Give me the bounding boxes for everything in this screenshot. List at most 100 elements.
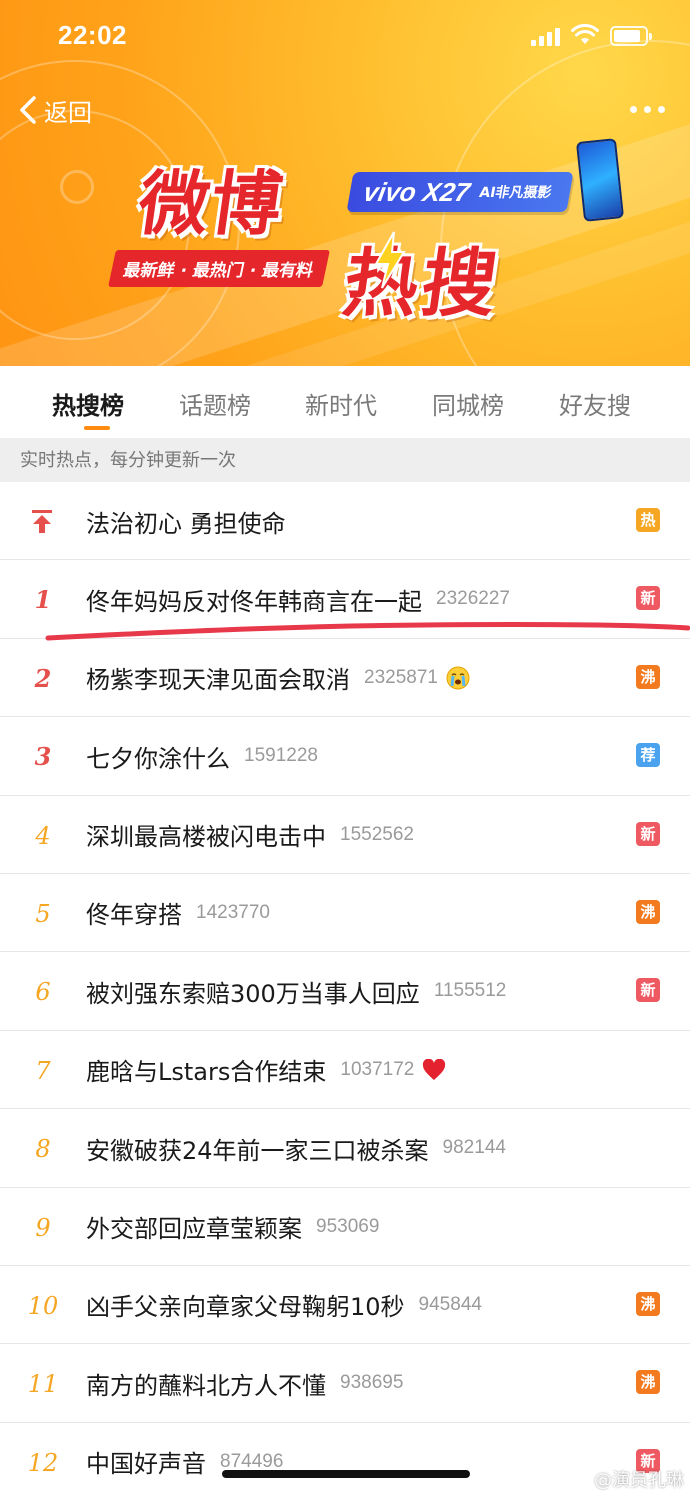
item-title[interactable]: 外交部回应章莹颖案 bbox=[86, 1209, 302, 1244]
search-count: 2325871 bbox=[364, 666, 438, 688]
phone-image bbox=[575, 138, 625, 222]
item-content: 凶手父亲向章家父母鞠躬10秒 945844 bbox=[86, 1266, 482, 1344]
item-content: 被刘强东索赔300万当事人回应 1155512 bbox=[86, 952, 506, 1030]
hot-search-banner: 22:02 返回 微博 vivo X27 AI非凡摄影 最新鲜 · 最热门 · bbox=[0, 0, 690, 366]
search-count: 945844 bbox=[418, 1293, 482, 1315]
item-content: 中国好声音 874496 bbox=[86, 1423, 283, 1493]
lightning-icon bbox=[374, 231, 406, 289]
home-indicator[interactable] bbox=[222, 1470, 470, 1478]
item-title[interactable]: 安徽破获24年前一家三口被杀案 bbox=[86, 1131, 429, 1166]
item-content: 鹿晗与Lstars合作结束 1037172 bbox=[86, 1031, 446, 1109]
sponsor-model: vivo X27 bbox=[361, 176, 473, 207]
list-item[interactable]: 7 鹿晗与Lstars合作结束 1037172 bbox=[0, 1031, 690, 1110]
item-title[interactable]: 佟年妈妈反对佟年韩商言在一起 bbox=[86, 582, 422, 617]
list-item[interactable]: 11 南方的蘸料北方人不懂 938695 沸 bbox=[0, 1344, 690, 1423]
sponsor-tag: AI非凡摄影 bbox=[477, 185, 553, 201]
item-title[interactable]: 鹿晗与Lstars合作结束 bbox=[86, 1052, 326, 1087]
tab-new-era[interactable]: 新时代 bbox=[305, 386, 377, 421]
search-count: 938695 bbox=[340, 1372, 404, 1394]
weibo-hot-search-logo: 微博 vivo X27 AI非凡摄影 最新鲜 · 最热门 · 最有料 热搜 bbox=[100, 138, 625, 340]
logo-weibo-text: 微博 bbox=[133, 163, 289, 245]
watermark-text: @演员孔琳 bbox=[594, 1470, 684, 1491]
red-heart-icon bbox=[422, 1058, 446, 1081]
more-options-icon[interactable] bbox=[628, 100, 668, 120]
search-count: 982144 bbox=[442, 1137, 506, 1159]
badge-hot: 热 bbox=[636, 508, 660, 532]
wifi-icon bbox=[571, 24, 599, 44]
item-title[interactable]: 中国好声音 bbox=[86, 1444, 206, 1479]
rank-number: 3 bbox=[34, 742, 52, 772]
tab-local[interactable]: 同城榜 bbox=[432, 386, 504, 421]
logo-resou-text: 热搜 bbox=[338, 241, 507, 327]
item-title[interactable]: 南方的蘸料北方人不懂 bbox=[86, 1366, 326, 1401]
status-time: 22:02 bbox=[58, 20, 127, 50]
search-count: 1591228 bbox=[244, 745, 318, 767]
weibo-logo-icon bbox=[566, 1471, 589, 1489]
chevron-left-icon bbox=[20, 96, 36, 124]
tab-hot-search[interactable]: 热搜榜 bbox=[52, 386, 124, 421]
list-item[interactable]: 10 凶手父亲向章家父母鞠躬10秒 945844 沸 bbox=[0, 1266, 690, 1345]
item-content: 法治初心 勇担使命 bbox=[86, 482, 286, 560]
rank-number: 11 bbox=[27, 1370, 59, 1399]
pin-top-icon bbox=[32, 510, 52, 533]
sponsor-badge[interactable]: vivo X27 AI非凡摄影 bbox=[346, 172, 574, 212]
status-bar: 22:02 bbox=[0, 0, 690, 80]
rank-number: 8 bbox=[35, 1135, 51, 1164]
list-item[interactable]: 6 被刘强东索赔300万当事人回应 1155512 新 bbox=[0, 952, 690, 1031]
update-notice: 实时热点，每分钟更新一次 bbox=[0, 438, 690, 482]
back-button[interactable]: 返回 bbox=[18, 90, 92, 130]
rank-number: 9 bbox=[35, 1213, 51, 1242]
ranking-tabs: 热搜榜 话题榜 新时代 同城榜 好友搜 bbox=[0, 366, 690, 438]
item-title[interactable]: 法治初心 勇担使命 bbox=[86, 504, 286, 539]
back-label: 返回 bbox=[44, 98, 92, 127]
item-title[interactable]: 凶手父亲向章家父母鞠躬10秒 bbox=[86, 1287, 405, 1322]
rank-number: 10 bbox=[27, 1291, 59, 1320]
item-content: 南方的蘸料北方人不懂 938695 bbox=[86, 1344, 403, 1422]
search-count: 1423770 bbox=[196, 901, 270, 923]
cellular-signal-icon bbox=[531, 28, 561, 46]
search-count: 2326227 bbox=[436, 588, 510, 610]
rank-number: 5 bbox=[35, 899, 51, 928]
search-count: 1552562 bbox=[340, 823, 414, 845]
item-title[interactable]: 佟年穿搭 bbox=[86, 895, 182, 930]
item-title[interactable]: 七夕你涂什么 bbox=[86, 739, 230, 774]
badge-boil: 沸 bbox=[636, 1291, 660, 1316]
search-count: 953069 bbox=[316, 1215, 380, 1237]
item-content: 七夕你涂什么 1591228 bbox=[86, 717, 318, 795]
item-content: 安徽破获24年前一家三口被杀案 982144 bbox=[86, 1109, 506, 1187]
rank-number: 12 bbox=[27, 1448, 59, 1477]
tab-friends[interactable]: 好友搜 bbox=[559, 386, 631, 421]
tab-topics[interactable]: 话题榜 bbox=[179, 386, 251, 421]
rank-number: 4 bbox=[35, 821, 51, 850]
badge-boil: 沸 bbox=[636, 1370, 660, 1395]
list-item[interactable]: 8 安徽破获24年前一家三口被杀案 982144 bbox=[0, 1109, 690, 1188]
rank-number: 2 bbox=[34, 663, 52, 693]
badge-new: 新 bbox=[636, 821, 660, 846]
list-item[interactable]: 4 深圳最高楼被闪电击中 1552562 新 bbox=[0, 796, 690, 874]
list-item[interactable]: 3 七夕你涂什么 1591228 荐 bbox=[0, 717, 690, 796]
search-count: 1155512 bbox=[433, 980, 507, 1002]
battery-icon bbox=[610, 26, 652, 46]
item-content: 深圳最高楼被闪电击中 1552562 bbox=[86, 796, 414, 874]
rank-number: 7 bbox=[35, 1056, 51, 1085]
slogan: 最新鲜 · 最热门 · 最有料 bbox=[108, 250, 330, 287]
active-tab-indicator bbox=[84, 426, 110, 430]
pinned-list-item[interactable]: 法治初心 勇担使命 热 bbox=[0, 482, 690, 561]
item-content: 外交部回应章莹颖案 953069 bbox=[86, 1188, 379, 1266]
crying-face-icon bbox=[446, 666, 470, 690]
list-item[interactable]: 2 杨紫李现天津见面会取消 2325871 沸 bbox=[0, 639, 690, 718]
item-title[interactable]: 深圳最高楼被闪电击中 bbox=[86, 817, 326, 852]
badge-boil: 沸 bbox=[636, 664, 660, 689]
item-content: 杨紫李现天津见面会取消 2325871 bbox=[86, 639, 470, 717]
item-title[interactable]: 杨紫李现天津见面会取消 bbox=[86, 660, 350, 695]
list-item[interactable]: 9 外交部回应章莹颖案 953069 bbox=[0, 1188, 690, 1266]
badge-recommend: 荐 bbox=[636, 743, 660, 768]
badge-new: 新 bbox=[636, 978, 660, 1003]
search-count: 1037172 bbox=[340, 1058, 415, 1080]
badge-boil: 沸 bbox=[636, 899, 660, 924]
badge-new: 新 bbox=[636, 586, 660, 611]
item-title[interactable]: 被刘强东索赔300万当事人回应 bbox=[86, 974, 420, 1009]
watermark: @演员孔琳 bbox=[566, 1466, 684, 1492]
list-item[interactable]: 5 佟年穿搭 1423770 沸 bbox=[0, 874, 690, 953]
highlight-underline bbox=[45, 621, 690, 641]
